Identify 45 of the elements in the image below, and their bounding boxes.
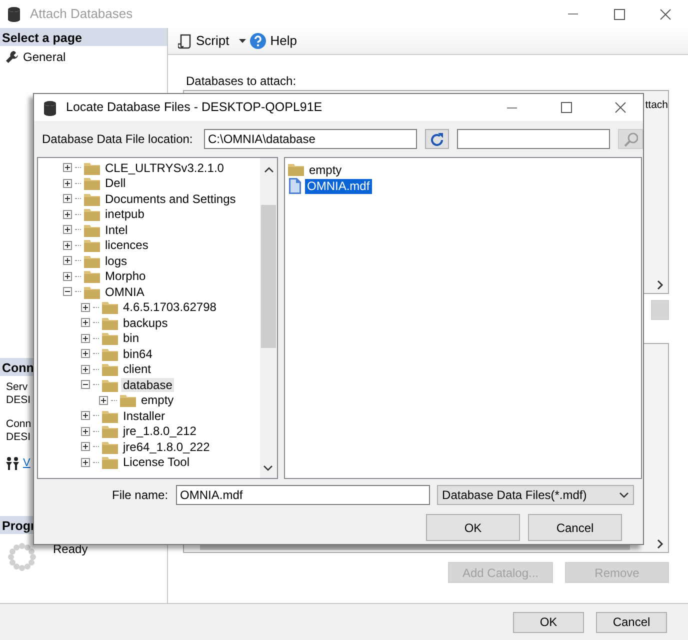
help-button[interactable]: Help <box>250 31 297 51</box>
tree-item[interactable]: logs <box>103 254 130 268</box>
script-button[interactable]: Script <box>178 31 230 51</box>
sidebar-item[interactable]: General <box>0 46 71 68</box>
connection-text: Serv <box>6 381 28 394</box>
column-header: ttach <box>645 98 668 113</box>
tree-item[interactable]: bin64 <box>121 346 154 361</box>
tree-item[interactable]: jre_1.8.0_212 <box>121 424 198 438</box>
tree-item[interactable]: 4.6.5.1703.62798 <box>121 300 218 314</box>
tree-item[interactable]: Installer <box>121 408 168 423</box>
tree-item[interactable]: Documents and Settings <box>103 192 238 206</box>
window-title: Attach Databases <box>30 5 133 24</box>
section-label: Databases to attach: <box>186 75 296 88</box>
field-label: Database Data File location: <box>42 131 194 148</box>
tree-item[interactable]: bin <box>121 331 142 346</box>
file-item[interactable]: empty <box>307 162 344 178</box>
tree-item[interactable]: database <box>121 378 174 392</box>
tree-item[interactable]: OMNIA <box>103 284 146 299</box>
connection-text: DESI <box>6 431 31 444</box>
ok-button[interactable]: OK <box>513 612 584 632</box>
connection-link[interactable]: V <box>23 455 30 472</box>
connection-text: Conn <box>6 418 32 431</box>
ok-button[interactable]: OK <box>426 514 520 541</box>
tree-item[interactable]: backups <box>121 316 170 330</box>
connection-text: DESI <box>6 394 31 407</box>
cancel-button[interactable]: Cancel <box>528 514 622 541</box>
location-field[interactable]: C:\OMNIA\database <box>204 129 417 149</box>
tree-item[interactable]: inetpub <box>103 207 146 222</box>
tree-item[interactable]: empty <box>139 393 176 408</box>
tree-item[interactable]: jre64_1.8.0_222 <box>121 440 212 454</box>
file-name-field[interactable]: OMNIA.mdf <box>176 485 430 505</box>
status-text: Ready <box>53 540 88 554</box>
file-type-dropdown[interactable]: Database Data Files(*.mdf) <box>437 485 634 505</box>
tree-item[interactable]: CLE_ULTRYSv3.2.1.0 <box>103 160 226 175</box>
file-item[interactable]: OMNIA.mdf <box>305 178 372 194</box>
field-label: File name: <box>112 487 168 504</box>
tree-item[interactable]: Intel <box>103 222 130 237</box>
section-header: Select a page <box>0 28 167 46</box>
tree-item[interactable]: licences <box>103 238 150 252</box>
tree-item[interactable]: License Tool <box>121 455 192 470</box>
cancel-button[interactable]: Cancel <box>596 612 667 632</box>
dialog-title: Locate Database Files - DESKTOP-QOPL91E <box>66 99 322 116</box>
tree-item[interactable]: Dell <box>103 176 128 190</box>
tree-item[interactable]: client <box>121 362 154 376</box>
tree-item[interactable]: Morpho <box>103 269 148 284</box>
